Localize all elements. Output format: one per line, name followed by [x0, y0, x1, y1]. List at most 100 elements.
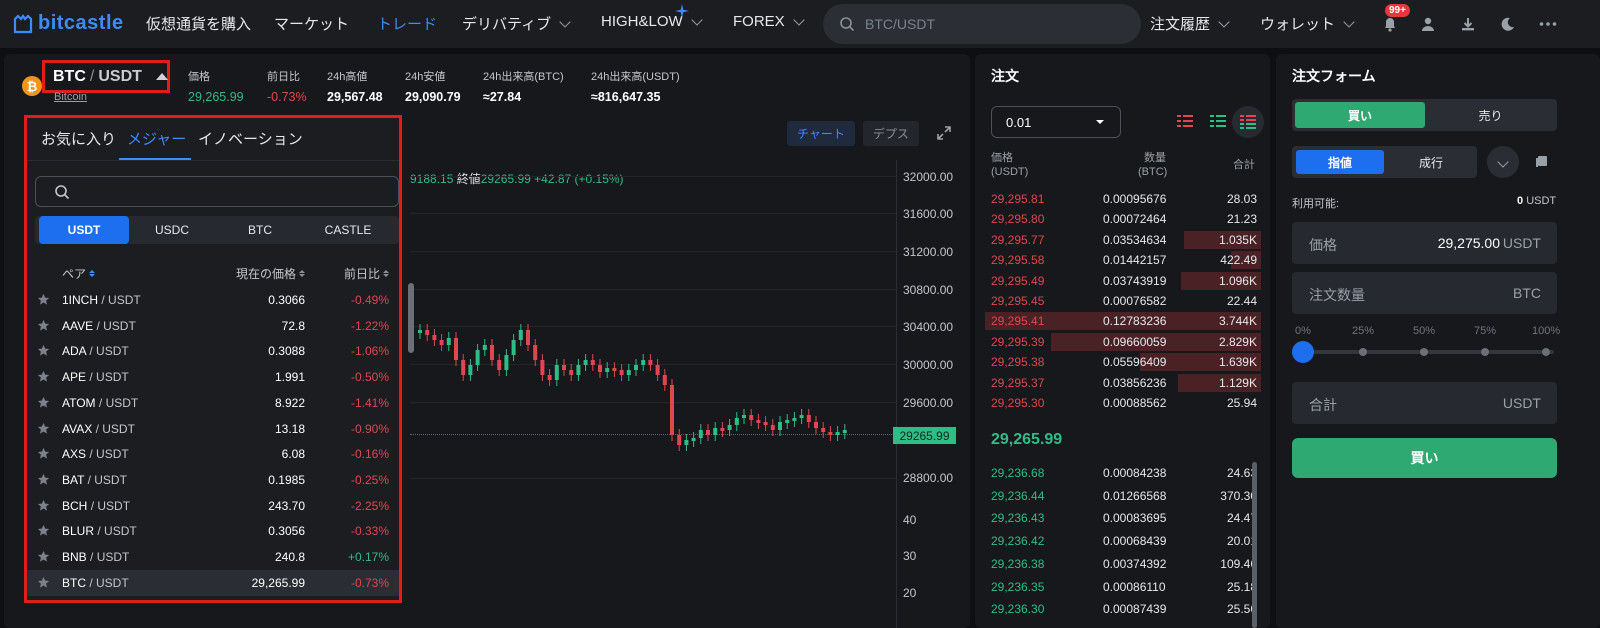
nav-wallet[interactable]: ウォレット [1260, 13, 1355, 34]
ask-row[interactable]: 29,295.45 0.00076582 22.44 [985, 291, 1261, 311]
bid-row[interactable]: 29,236.42 0.00068439 20.01 [985, 531, 1261, 551]
orderbook-bids-icon[interactable] [1209, 112, 1227, 130]
bid-row[interactable]: 29,236.43 0.00083695 24.47 [985, 508, 1261, 528]
ask-total: 1.096K [1218, 273, 1257, 288]
orderbook-both-toggle[interactable] [1232, 106, 1264, 138]
market-pair-row[interactable]: ADA / USDT 0.3088 -1.06% [27, 338, 399, 364]
amount-slider-track[interactable] [1302, 350, 1554, 354]
market-pair-row[interactable]: BCH / USDT 243.70 -2.25% [27, 493, 399, 519]
tab-major[interactable]: メジャー [127, 128, 186, 149]
tab-innovation[interactable]: イノベーション [198, 128, 303, 149]
col-header-pair[interactable]: ペア [62, 265, 96, 282]
pair-selector[interactable]: BTC / USDT [42, 60, 170, 93]
market-pair-row[interactable]: AXS / USDT 6.08 -0.16% [27, 441, 399, 467]
star-icon[interactable] [37, 293, 50, 306]
buy-submit-button[interactable]: 買い [1292, 438, 1557, 478]
quote-tab-castle[interactable]: CASTLE [303, 216, 393, 244]
logo[interactable]: bitcastle [12, 12, 124, 35]
precision-select[interactable]: 0.01 [991, 106, 1121, 138]
nav-high-low[interactable]: HIGH&LOW [601, 4, 703, 30]
star-icon[interactable] [37, 576, 50, 589]
price-input[interactable]: 価格 29,275.00 USDT [1292, 222, 1557, 264]
market-pair-row[interactable]: APE / USDT 1.991 -0.50% [27, 364, 399, 390]
limit-order-tab[interactable]: 指値 [1296, 150, 1384, 174]
market-order-tab[interactable]: 成行 [1388, 150, 1474, 174]
bid-row[interactable]: 29,236.30 0.00087439 25.56 [985, 599, 1261, 619]
sell-tab[interactable]: 売り [1427, 102, 1554, 128]
total-input[interactable]: 合計 USDT [1292, 382, 1557, 424]
pair-price: 72.8 [281, 318, 305, 333]
market-pair-row[interactable]: AVAX / USDT 13.18 -0.90% [27, 416, 399, 442]
pair-base: AVAX [62, 421, 93, 436]
nav-derivatives[interactable]: デリバティブ [462, 13, 571, 34]
market-pair-row[interactable]: BNB / USDT 240.8 +0.17% [27, 544, 399, 570]
user-icon[interactable] [1418, 14, 1438, 34]
search-input[interactable]: BTC/USDT [823, 4, 1141, 44]
more-icon[interactable] [1538, 14, 1558, 34]
nav-forex[interactable]: FOREX [733, 13, 805, 30]
star-icon[interactable] [37, 473, 50, 486]
market-search-input[interactable] [35, 176, 399, 207]
moon-icon[interactable] [1498, 14, 1518, 34]
star-icon[interactable] [37, 447, 50, 460]
quote-tab-usdt[interactable]: USDT [39, 216, 129, 244]
star-icon[interactable] [37, 396, 50, 409]
list-scrollbar[interactable] [408, 283, 414, 353]
buy-tab[interactable]: 買い [1295, 102, 1425, 128]
star-icon[interactable] [37, 524, 50, 537]
market-pair-row[interactable]: BAT / USDT 0.1985 -0.25% [27, 467, 399, 493]
ask-row[interactable]: 29,295.58 0.01442157 422.49 [985, 250, 1261, 270]
market-pair-row[interactable]: ATOM / USDT 8.922 -1.41% [27, 390, 399, 416]
quantity-input[interactable]: 注文数量 BTC [1292, 272, 1557, 314]
nav-order-history[interactable]: 注文履歴 [1150, 13, 1230, 34]
tab-chart[interactable]: チャート [787, 121, 855, 146]
tab-favorites[interactable]: お気に入り [41, 128, 116, 149]
bell-icon[interactable] [1380, 14, 1400, 34]
ask-row[interactable]: 29,295.39 0.09660059 2.829K [985, 332, 1261, 352]
ask-row[interactable]: 29,295.77 0.03534634 1.035K [985, 230, 1261, 250]
book-icon[interactable] [1536, 155, 1548, 168]
expand-icon[interactable] [936, 125, 952, 141]
col-header-price[interactable]: 現在の価格 [236, 265, 305, 282]
tab-depth[interactable]: デプス [862, 121, 919, 146]
quote-tab-usdc[interactable]: USDC [127, 216, 217, 244]
pair-base: ADA [62, 344, 87, 359]
candle-body [727, 425, 732, 430]
total-input-unit: USDT [1502, 395, 1541, 411]
nav-market[interactable]: マーケット [274, 13, 349, 34]
market-pair-row[interactable]: BTC / USDT 29,265.99 -0.73% [27, 569, 399, 596]
ask-row[interactable]: 29,295.81 0.00095676 28.03 [985, 189, 1261, 209]
star-icon[interactable] [37, 422, 50, 435]
bid-row[interactable]: 29,236.68 0.00084238 24.63 [985, 463, 1261, 483]
order-type-more-button[interactable] [1487, 146, 1519, 178]
ask-row[interactable]: 29,295.30 0.00088562 25.94 [985, 393, 1261, 413]
ask-row[interactable]: 29,295.37 0.03856236 1.129K [985, 373, 1261, 393]
bid-row[interactable]: 29,236.38 0.00374392 109.46 [985, 554, 1261, 574]
orderbook-scrollbar[interactable] [1252, 462, 1257, 628]
orderbook-both-icon [1240, 115, 1256, 129]
orderbook-asks-icon[interactable] [1176, 112, 1194, 130]
ask-row[interactable]: 29,295.41 0.12783236 3.744K [985, 311, 1261, 331]
candle-body [547, 375, 552, 380]
coin-name-link[interactable]: Bitcoin [54, 91, 87, 103]
ask-row[interactable]: 29,295.80 0.00072464 21.23 [985, 209, 1261, 229]
star-icon[interactable] [37, 499, 50, 512]
star-icon[interactable] [37, 319, 50, 332]
download-icon[interactable] [1458, 14, 1478, 34]
nav-buy-crypto[interactable]: 仮想通貨を購入 [146, 13, 251, 34]
star-icon[interactable] [37, 550, 50, 563]
market-pair-row[interactable]: AAVE / USDT 72.8 -1.22% [27, 313, 399, 339]
quote-tab-btc[interactable]: BTC [215, 216, 305, 244]
market-pair-row[interactable]: 1INCH / USDT 0.3066 -0.49% [27, 287, 399, 313]
bid-row[interactable]: 29,236.44 0.01266568 370.30 [985, 486, 1261, 506]
bid-row[interactable]: 29,236.35 0.00086110 25.18 [985, 577, 1261, 597]
amount-slider-handle[interactable] [1292, 341, 1314, 363]
star-icon[interactable] [37, 370, 50, 383]
ask-row[interactable]: 29,295.38 0.05596409 1.639K [985, 352, 1261, 372]
star-icon[interactable] [37, 344, 50, 357]
market-pair-row[interactable]: BLUR / USDT 0.3056 -0.33% [27, 518, 399, 544]
col-header-change[interactable]: 前日比 [344, 265, 389, 282]
ask-row[interactable]: 29,295.49 0.03743919 1.096K [985, 271, 1261, 291]
nav-trade[interactable]: トレード [377, 13, 437, 34]
ob-header-price-unit: (USDT) [991, 166, 1029, 178]
